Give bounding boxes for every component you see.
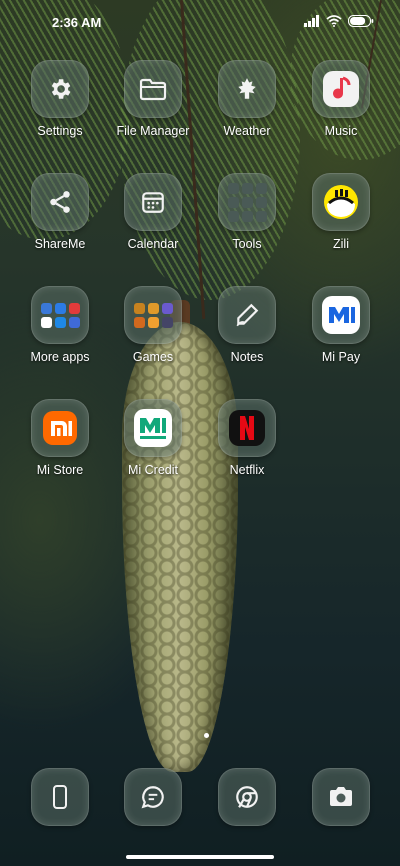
app-label: Mi Store bbox=[36, 463, 84, 477]
app-mi-store[interactable]: Mi Store bbox=[10, 399, 110, 477]
calendar-icon bbox=[142, 192, 164, 213]
app-tools[interactable]: Tools bbox=[197, 173, 297, 251]
app-mi-credit[interactable]: Mi Credit bbox=[103, 399, 203, 477]
folder-icon bbox=[139, 78, 167, 101]
app-shareme[interactable]: ShareMe bbox=[10, 173, 110, 251]
gesture-navigation-bar[interactable] bbox=[126, 855, 274, 859]
app-netflix[interactable]: Netflix bbox=[197, 399, 297, 477]
app-label: Games bbox=[132, 350, 174, 364]
app-notes[interactable]: Notes bbox=[197, 286, 297, 364]
dock-camera[interactable] bbox=[291, 768, 391, 826]
signal-icon bbox=[304, 15, 320, 27]
page-indicator-dot bbox=[204, 733, 209, 738]
camera-icon bbox=[330, 787, 352, 806]
zili-icon bbox=[324, 185, 358, 219]
app-label: Tools bbox=[232, 237, 262, 251]
app-calendar[interactable]: Calendar bbox=[103, 173, 203, 251]
phone-icon bbox=[53, 785, 67, 809]
pine-cone bbox=[122, 322, 238, 772]
app-music[interactable]: Music bbox=[291, 60, 391, 138]
mi-logo-icon bbox=[43, 411, 77, 445]
status-bar: 2:36 AM bbox=[0, 0, 400, 44]
battery-icon bbox=[348, 15, 374, 27]
app-label: Zili bbox=[333, 237, 349, 251]
gear-icon bbox=[51, 79, 71, 99]
mi-credit-icon bbox=[134, 409, 172, 447]
app-label: Calendar bbox=[127, 237, 179, 251]
app-label: Notes bbox=[230, 350, 264, 364]
pen-icon bbox=[236, 303, 259, 327]
mi-pay-icon bbox=[322, 296, 360, 334]
tools-folder-icon bbox=[227, 182, 267, 222]
app-more-apps[interactable]: More apps bbox=[10, 286, 110, 364]
app-label: Music bbox=[324, 124, 358, 138]
dock-messages[interactable] bbox=[103, 768, 203, 826]
app-file-manager[interactable]: File Manager bbox=[103, 60, 203, 138]
app-label: Mi Credit bbox=[127, 463, 178, 477]
netflix-icon bbox=[229, 410, 265, 446]
app-label: More apps bbox=[30, 350, 90, 364]
app-weather[interactable]: Weather bbox=[197, 60, 297, 138]
app-label: Weather bbox=[223, 124, 271, 138]
dock-chrome[interactable] bbox=[197, 768, 297, 826]
status-time: 2:36 AM bbox=[52, 15, 102, 30]
chrome-icon bbox=[236, 786, 258, 808]
app-settings[interactable]: Settings bbox=[10, 60, 110, 138]
app-label: Netflix bbox=[229, 463, 265, 477]
app-games[interactable]: Games bbox=[103, 286, 203, 364]
wifi-icon bbox=[326, 15, 342, 27]
app-label: Settings bbox=[37, 124, 83, 138]
app-label: ShareMe bbox=[34, 237, 86, 251]
more-apps-folder-icon bbox=[40, 302, 80, 328]
music-note-icon bbox=[323, 71, 359, 107]
chat-bubble-icon bbox=[141, 786, 164, 809]
app-label: File Manager bbox=[116, 124, 190, 138]
maple-leaf-icon bbox=[238, 78, 256, 99]
dock-phone[interactable] bbox=[10, 768, 110, 826]
games-folder-icon bbox=[133, 302, 173, 328]
app-zili[interactable]: Zili bbox=[291, 173, 391, 251]
app-mi-pay[interactable]: Mi Pay bbox=[291, 286, 391, 364]
share-icon bbox=[50, 191, 70, 213]
app-label: Mi Pay bbox=[321, 350, 361, 364]
